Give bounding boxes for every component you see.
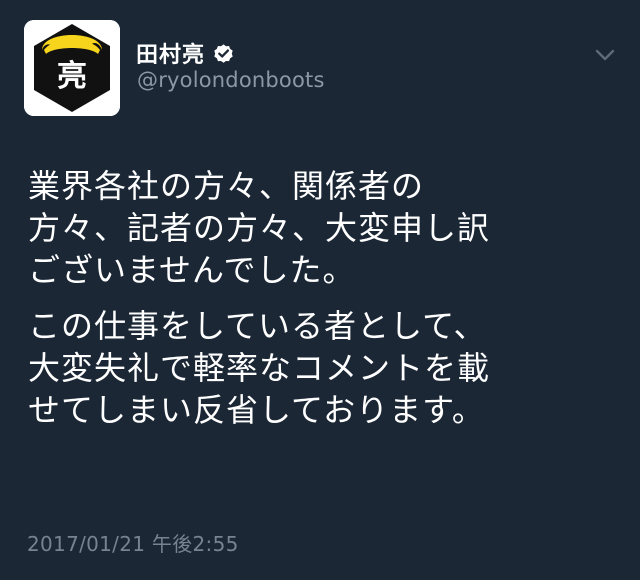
user-handle[interactable]: @ryolondonboots bbox=[137, 68, 325, 92]
tweet-timestamp[interactable]: 2017/01/21 午後2:55 bbox=[27, 528, 239, 557]
tweet-line: 大変失礼で軽率なコメントを載 bbox=[28, 349, 491, 387]
tweet-line: 業界各社の方々、関係者の bbox=[28, 167, 425, 205]
tweet-line: ございませんでした。 bbox=[28, 251, 356, 289]
avatar-character: 亮 bbox=[57, 59, 87, 94]
tweet-text: 業界各社の方々、関係者の 方々、記者の方々、大変申し訳 ございませんでした。 こ… bbox=[28, 165, 628, 431]
tweet-line: この仕事をしている者として、 bbox=[28, 307, 487, 345]
tweet-paragraph: 業界各社の方々、関係者の 方々、記者の方々、大変申し訳 ございませんでした。 bbox=[28, 165, 628, 291]
tweet-paragraph: この仕事をしている者として、 大変失礼で軽率なコメントを載 せてしまい反省してお… bbox=[28, 305, 628, 431]
avatar[interactable]: 亮 bbox=[24, 20, 120, 116]
display-name[interactable]: 田村亮 bbox=[136, 37, 205, 69]
tweet-line: せてしまい反省しております。 bbox=[28, 391, 485, 429]
tweet-line: 方々、記者の方々、大変申し訳 bbox=[28, 209, 491, 247]
author-row: 田村亮 bbox=[136, 36, 235, 70]
tweet-card: 亮 田村亮 @ryolondonboots 業界各社の方々、関係者の 方々、記者… bbox=[0, 0, 640, 580]
chevron-down-icon[interactable] bbox=[592, 42, 618, 68]
avatar-illustration: 亮 bbox=[24, 20, 120, 116]
verified-badge-icon bbox=[212, 42, 235, 65]
